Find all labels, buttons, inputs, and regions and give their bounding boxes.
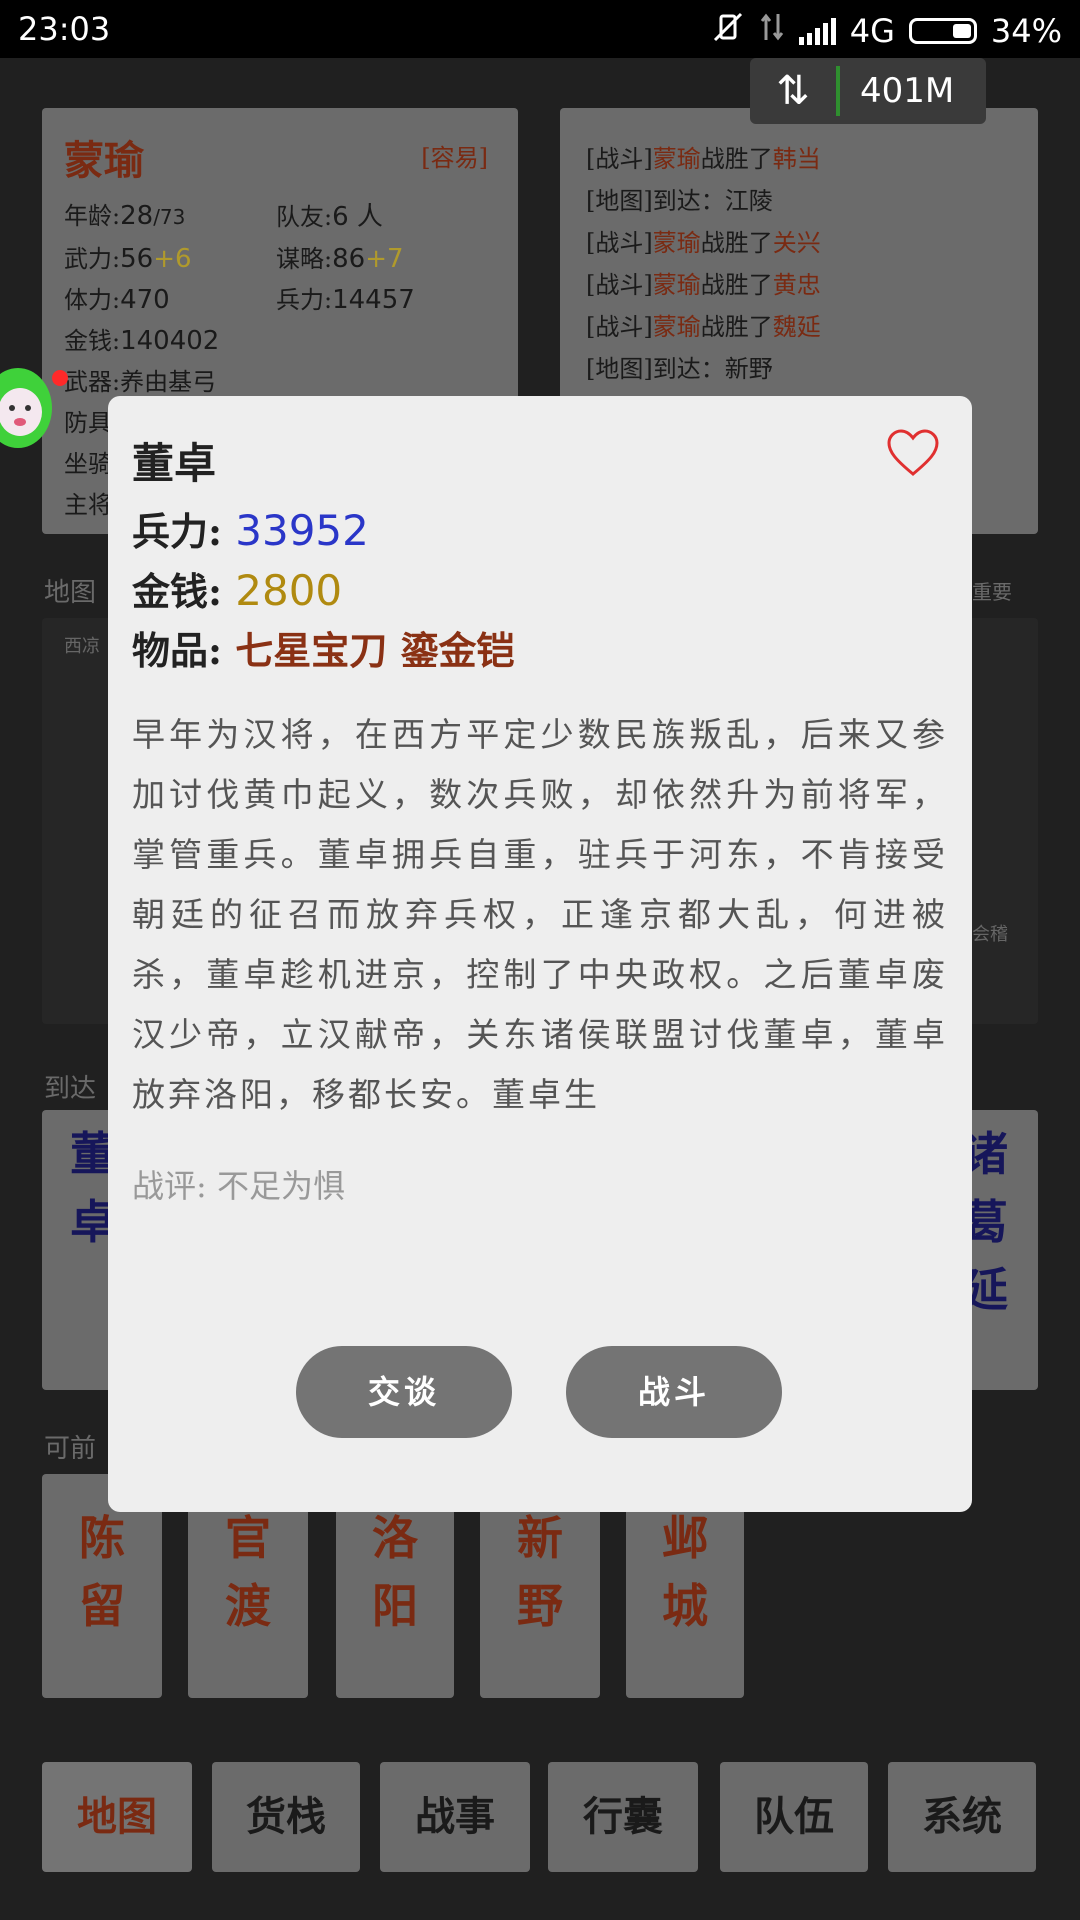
dialog-battle-comment: 战评: 不足为惧 (132, 1167, 345, 1205)
mascot-avatar[interactable] (0, 356, 68, 466)
stat-strategy: 谋略:86+7 (276, 244, 404, 274)
net-speed-value: 401M (860, 71, 955, 111)
heart-icon[interactable] (886, 428, 940, 478)
general-detail-dialog: 董卓 兵力: 33952 金钱: 2800 物品: 七星宝刀 鎏金铠 早年为汉将… (108, 396, 972, 1512)
dialog-items-row: 物品: 七星宝刀 鎏金铠 (132, 625, 948, 677)
status-bar: 23:03 4G 34% (0, 0, 1080, 58)
map-town-right[interactable]: 会稽 (972, 920, 1008, 946)
data-transfer-icon (759, 12, 785, 50)
tab-team[interactable]: 队伍 (720, 1762, 868, 1872)
stat-troops: 兵力:14457 (276, 285, 415, 315)
tab-shop[interactable]: 货栈 (212, 1762, 360, 1872)
map-town-left[interactable]: 西凉 (64, 632, 100, 658)
dialog-items-label: 物品: (132, 628, 223, 673)
can-go-section-label: 可前 (44, 1434, 97, 1464)
network-type: 4G (849, 12, 895, 50)
log-line: [战斗]蒙瑜战胜了关兴 (586, 229, 821, 257)
vibrate-off-icon (711, 10, 745, 52)
status-time: 23:03 (18, 10, 111, 48)
tab-bag[interactable]: 行囊 (548, 1762, 698, 1872)
talk-button[interactable]: 交谈 (296, 1346, 512, 1438)
log-line: [战斗]蒙瑜战胜了魏延 (586, 313, 821, 341)
fight-button[interactable]: 战斗 (566, 1346, 782, 1438)
stat-money: 金钱:140402 (64, 326, 220, 356)
battery-percent: 34% (990, 12, 1062, 50)
dialog-money-row: 金钱: 2800 (132, 565, 948, 617)
status-icons: 4G 34% (711, 10, 1062, 52)
game-screen: 23:03 4G 34% 蒙瑜 [容易] 年龄:28/73 队友:6 人 武力:… (0, 0, 1080, 1920)
stat-weapon: 武器:养由基弓 (64, 368, 217, 396)
important-label: 重要 (972, 580, 1012, 604)
tab-map[interactable]: 地图 (42, 1762, 192, 1872)
dialog-items-value: 七星宝刀 鎏金铠 (235, 628, 515, 673)
tab-battles[interactable]: 战事 (380, 1762, 530, 1872)
net-speed-overlay: ⇅ 401M (750, 58, 986, 124)
stat-stamina: 体力:470 (64, 285, 170, 315)
tab-system[interactable]: 系统 (888, 1762, 1036, 1872)
notification-dot (52, 370, 68, 386)
signal-icon (798, 17, 836, 45)
dialog-money-label: 金钱: (132, 569, 223, 614)
dialog-troops-row: 兵力: 33952 (132, 505, 948, 557)
stat-teammates: 队友:6 人 (276, 202, 383, 232)
stat-age: 年龄:28/73 (64, 201, 186, 231)
dialog-money-value: 2800 (235, 566, 343, 615)
log-line: [地图]到达：江陵 (586, 187, 773, 215)
arrive-section-label: 到达 (44, 1074, 97, 1104)
stat-force: 武力:56+6 (64, 244, 192, 274)
log-line: [战斗]蒙瑜战胜了韩当 (586, 145, 821, 173)
transfer-arrows-icon: ⇅ (750, 66, 840, 116)
difficulty-badge: [容易] (421, 144, 488, 172)
map-section-label: 地图 (44, 578, 97, 608)
dialog-biography[interactable]: 早年为汉将，在西方平定少数民族叛乱，后来又参加讨伐黄巾起义，数次兵败，却依然升为… (132, 705, 948, 1125)
log-line: [战斗]蒙瑜战胜了黄忠 (586, 271, 821, 299)
dialog-general-name: 董卓 (132, 439, 217, 488)
dialog-troops-label: 兵力: (132, 509, 223, 554)
battery-icon (908, 18, 977, 44)
log-line: [地图]到达：新野 (586, 355, 773, 383)
dialog-troops-value: 33952 (235, 506, 369, 555)
